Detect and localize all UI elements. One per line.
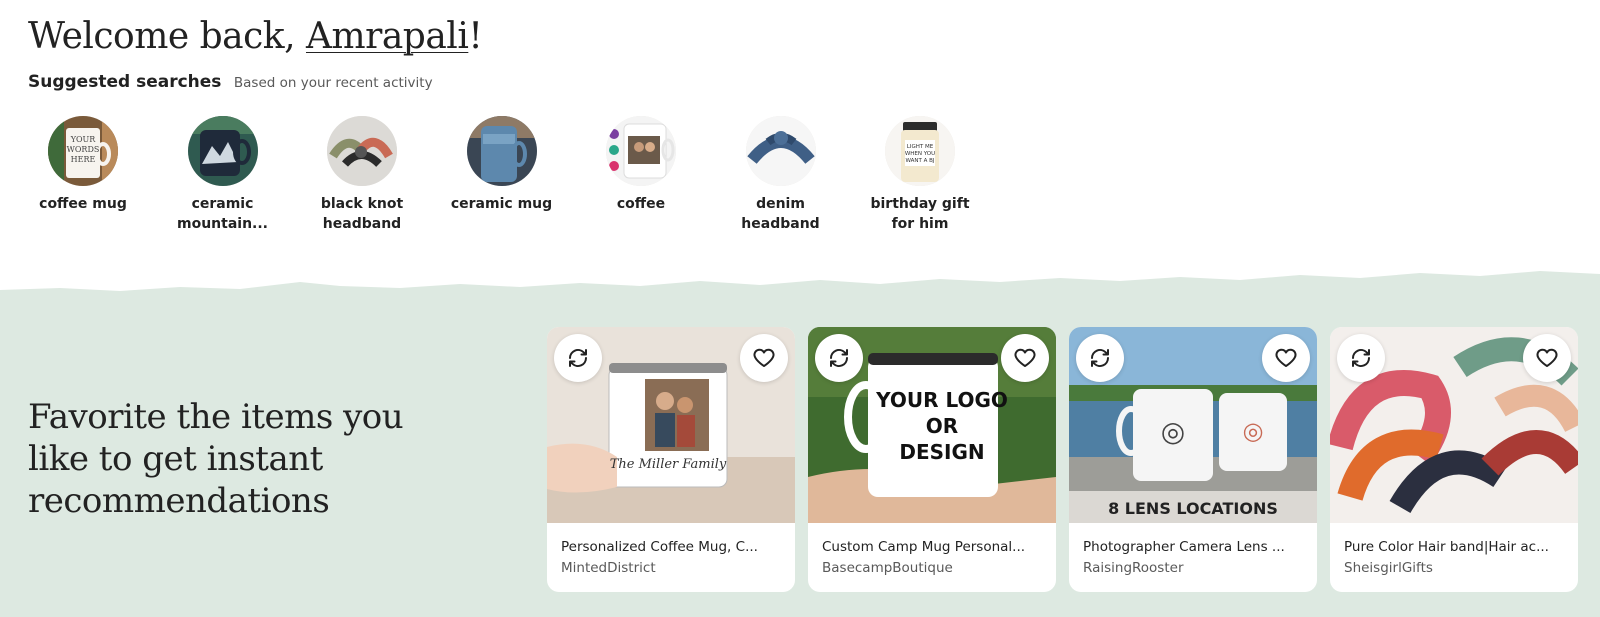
knot-headband-thumbnail [327, 116, 397, 186]
refresh-icon [830, 349, 848, 367]
welcome-prefix: Welcome back, [28, 16, 306, 57]
shop-name[interactable]: BasecampBoutique [822, 560, 953, 576]
svg-text:YOUR: YOUR [70, 135, 97, 144]
user-name-link[interactable]: Amrapali [306, 16, 469, 57]
product-title[interactable]: Personalized Coffee Mug, C... [561, 539, 783, 555]
blue-ceramic-mug-thumbnail [466, 116, 537, 186]
refresh-icon [569, 349, 587, 367]
suggested-search-label: black knot headband [320, 196, 404, 232]
favorite-button[interactable] [1523, 334, 1571, 382]
suggested-searches-title: Suggested searches [28, 72, 222, 92]
svg-text:OR: OR [926, 414, 958, 438]
product-card[interactable]: ◎ ◎ 8 LENS LOCATIONS Photographer Camera L… [1069, 327, 1317, 592]
refresh-button[interactable] [815, 334, 863, 382]
shop-name[interactable]: RaisingRooster [1083, 560, 1184, 576]
photo-mug-thumbnail [606, 116, 676, 186]
denim-headband-thumbnail [745, 116, 816, 186]
product-image-caption: 8 LENS LOCATIONS [1108, 499, 1278, 518]
shop-name[interactable]: MintedDistrict [561, 560, 656, 576]
suggested-search-label: birthday gift for him [870, 196, 970, 232]
refresh-icon [1352, 349, 1370, 367]
suggested-search-label: coffee mug [39, 196, 127, 212]
favorite-button[interactable] [1262, 334, 1310, 382]
svg-text:◎: ◎ [1161, 415, 1185, 448]
favorite-button[interactable] [1001, 334, 1049, 382]
product-title[interactable]: Pure Color Hair band|Hair ac... [1344, 539, 1566, 555]
suggested-search-label: denim headband [741, 196, 820, 232]
svg-text:YOUR LOGO: YOUR LOGO [875, 388, 1008, 412]
refresh-icon [1091, 349, 1109, 367]
svg-text:HERE: HERE [71, 155, 96, 164]
coffee-mug-thumbnail: YOUR WORDS HERE [48, 116, 118, 186]
welcome-suffix: ! [468, 16, 483, 57]
svg-text:WORDS: WORDS [67, 145, 100, 154]
heart-icon [1536, 348, 1558, 367]
suggested-search-ceramic-mountain[interactable]: ceramic mountain... [168, 116, 278, 234]
heart-icon [1014, 348, 1036, 367]
heart-icon [753, 348, 775, 367]
ceramic-mountain-mug-thumbnail [187, 116, 258, 186]
suggested-search-label: coffee [616, 196, 666, 212]
svg-text:DESIGN: DESIGN [899, 440, 984, 464]
product-title[interactable]: Custom Camp Mug Personal... [822, 539, 1044, 555]
candle-jar-thumbnail: LIGHT ME WHEN YOU WANT A BJ [885, 116, 955, 186]
product-card[interactable]: Pure Color Hair band|Hair ac... Sheisgir… [1330, 327, 1578, 592]
suggested-search-birthday-gift[interactable]: LIGHT ME WHEN YOU WANT A BJ birthday gift … [865, 116, 975, 234]
refresh-button[interactable] [1076, 334, 1124, 382]
svg-text:◎: ◎ [1243, 417, 1264, 445]
refresh-button[interactable] [554, 334, 602, 382]
product-image-caption: The Miller Family [610, 457, 727, 472]
favorite-button[interactable] [740, 334, 788, 382]
suggested-search-label: ceramic mug [450, 196, 553, 212]
welcome-heading: Welcome back, Amrapali! [28, 16, 483, 57]
svg-text:WANT A BJ: WANT A BJ [905, 158, 934, 164]
suggested-searches-subtitle: Based on your recent activity [233, 75, 433, 91]
product-card[interactable]: The Miller Family Personalized Coffee Mu… [547, 327, 795, 592]
favorites-prompt: Favorite the items you like to get insta… [28, 397, 404, 521]
svg-text:LIGHT ME: LIGHT ME [907, 144, 934, 150]
suggested-searches-list: YOUR WORDS HERE coffee mug ceramic mountai… [28, 116, 1005, 234]
suggested-search-black-knot-headband[interactable]: black knot headband [307, 116, 417, 234]
suggested-searches-header: Suggested searches Based on your recent … [28, 72, 433, 92]
svg-text:WHEN YOU: WHEN YOU [905, 151, 935, 157]
product-title[interactable]: Photographer Camera Lens ... [1083, 539, 1305, 555]
suggested-search-coffee[interactable]: coffee [586, 116, 696, 234]
shop-name[interactable]: SheisgirlGifts [1344, 560, 1433, 576]
suggested-search-denim-headband[interactable]: denim headband [726, 116, 836, 234]
suggested-search-ceramic-mug[interactable]: ceramic mug [447, 116, 557, 234]
heart-icon [1275, 348, 1297, 367]
product-card[interactable]: YOUR LOGO OR DESIGN Custom Camp Mug Person… [808, 327, 1056, 592]
suggested-search-coffee-mug[interactable]: YOUR WORDS HERE coffee mug [28, 116, 138, 234]
refresh-button[interactable] [1337, 334, 1385, 382]
suggested-search-label: ceramic mountain... [177, 196, 268, 232]
